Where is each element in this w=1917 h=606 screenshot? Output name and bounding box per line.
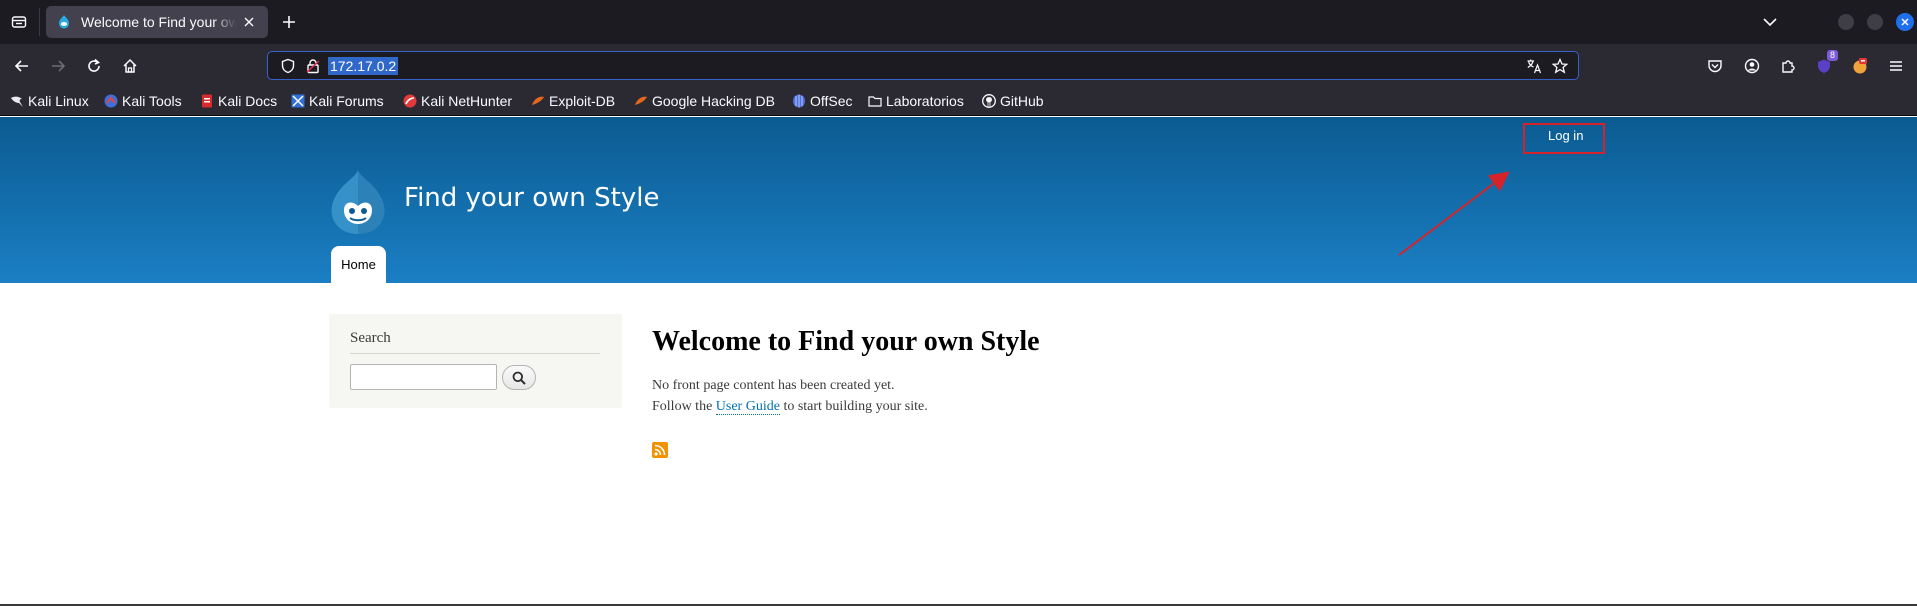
user-guide-text: Follow the User Guide to start building …: [652, 399, 928, 415]
drupal-logo-icon: [331, 170, 385, 234]
tab-title: Welcome to Find your own Style: [81, 14, 236, 30]
bookmark-label: GitHub: [1000, 93, 1044, 109]
reload-icon[interactable]: [82, 54, 106, 78]
url-bar[interactable]: 172.17.0.2: [267, 51, 1579, 80]
offsec-icon: [793, 94, 805, 108]
site-header: Log in Find your own Style Home: [0, 117, 1917, 283]
kali-tools-icon: [104, 94, 118, 108]
list-all-tabs-chevron-icon[interactable]: [1760, 12, 1780, 32]
bookmark-label: Kali NetHunter: [421, 93, 513, 109]
front-page-message: No front page content has been created y…: [652, 375, 928, 417]
forward-arrow-icon[interactable]: [46, 54, 70, 78]
search-block: Search: [329, 314, 622, 408]
tab-bar: Welcome to Find your own Style: [0, 0, 1917, 44]
bookmark-kali-linux[interactable]: Kali Linux: [10, 92, 89, 110]
bookmark-label: Google Hacking DB: [652, 93, 775, 109]
bookmark-label: OffSec: [810, 93, 853, 109]
annotation-arrow: [1398, 171, 1510, 256]
bookmark-kali-forums[interactable]: Kali Forums: [291, 92, 384, 110]
bookmark-label: Kali Linux: [28, 93, 89, 109]
translate-icon[interactable]: [1526, 58, 1542, 74]
search-block-title: Search: [350, 330, 391, 346]
home-icon[interactable]: [118, 54, 142, 78]
nav-tab-home-label: Home: [341, 257, 376, 272]
folder-icon: [868, 96, 882, 107]
bookmark-label: Laboratorios: [886, 93, 964, 109]
divider: [350, 353, 600, 354]
bookmark-kali-nethunter[interactable]: Kali NetHunter: [403, 92, 512, 110]
bookmark-github[interactable]: GitHub: [982, 92, 1044, 110]
maximize-window-button[interactable]: [1867, 14, 1883, 30]
close-window-button[interactable]: [1896, 13, 1914, 31]
nav-tab-home[interactable]: Home: [331, 246, 386, 283]
kali-dragon-icon: [11, 96, 23, 107]
tab-separator: [39, 8, 40, 36]
search-input[interactable]: [350, 364, 497, 390]
bookmark-label: Kali Docs: [218, 93, 278, 109]
bookmark-kali-tools[interactable]: Kali Tools: [104, 92, 182, 110]
no-content-text: No front page content has been created y…: [652, 378, 895, 393]
kali-nethunter-icon: [403, 94, 417, 108]
extensions-puzzle-icon[interactable]: [1777, 55, 1799, 77]
bookmark-google-hacking-db[interactable]: Google Hacking DB: [634, 92, 775, 110]
bookmark-kali-docs[interactable]: Kali Docs: [200, 92, 277, 110]
close-tab-icon[interactable]: [240, 13, 258, 31]
active-tab[interactable]: Welcome to Find your own Style: [46, 6, 268, 38]
bookmark-folder-laboratorios[interactable]: Laboratorios: [868, 92, 964, 110]
extension-shield-icon[interactable]: 8: [1813, 50, 1838, 77]
extension-badge: 8: [1826, 50, 1838, 61]
kali-docs-icon: [202, 94, 212, 108]
kali-forums-icon: [291, 94, 305, 108]
bookmarks-toolbar: Kali Linux Kali Tools Kali Docs Kali For…: [0, 86, 1917, 116]
bookmark-label: Kali Tools: [122, 93, 182, 109]
exploit-db-icon: [532, 96, 544, 105]
new-tab-icon[interactable]: [278, 11, 300, 33]
search-icon: [512, 371, 526, 385]
github-icon: [982, 94, 996, 108]
rss-feed-icon[interactable]: [652, 442, 668, 458]
bookmark-label: Kali Forums: [309, 93, 384, 109]
bookmark-offsec[interactable]: OffSec: [792, 92, 853, 110]
minimize-window-button[interactable]: [1838, 14, 1854, 30]
bookmark-exploit-db[interactable]: Exploit-DB: [531, 92, 615, 110]
page-title: Welcome to Find your own Style: [652, 326, 1040, 357]
account-icon[interactable]: [1741, 55, 1763, 77]
back-arrow-icon[interactable]: [10, 54, 34, 78]
navigation-toolbar: 172.17.0.2 8: [0, 44, 1917, 86]
app-menu-hamburger-icon[interactable]: [1885, 55, 1907, 77]
firefox-view-icon[interactable]: [8, 11, 30, 33]
google-hacking-db-icon: [635, 96, 647, 105]
site-name[interactable]: Find your own Style: [404, 183, 659, 213]
url-text[interactable]: 172.17.0.2: [328, 57, 399, 75]
drupal-favicon-icon: [59, 15, 69, 29]
tracking-protection-shield-icon[interactable]: [280, 58, 296, 74]
insecure-lock-icon[interactable]: [305, 58, 321, 74]
search-button[interactable]: [502, 365, 536, 390]
pocket-icon[interactable]: [1704, 55, 1726, 77]
extension-fox-icon[interactable]: [1849, 55, 1871, 77]
user-guide-link[interactable]: User Guide: [715, 399, 780, 415]
bookmark-star-icon[interactable]: [1552, 58, 1568, 74]
bookmark-label: Exploit-DB: [549, 93, 616, 109]
